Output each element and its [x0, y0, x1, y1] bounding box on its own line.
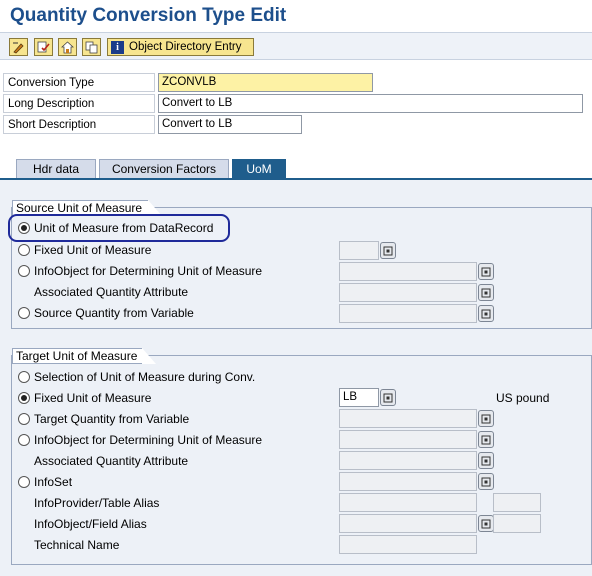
conversion-type-field[interactable]: ZCONVLB [158, 73, 373, 92]
radio-selection-during-conv[interactable] [18, 371, 30, 383]
value-help-icon [481, 456, 491, 465]
radio-uom-from-datarecord[interactable] [18, 222, 30, 234]
value-help-icon [383, 393, 393, 402]
radio-source-infoobject-unit[interactable] [18, 265, 30, 277]
value-help-icon [481, 267, 491, 276]
value-help-icon [383, 246, 393, 255]
radio-source-qty-variable[interactable] [18, 307, 30, 319]
label-technical-name: Technical Name [34, 538, 120, 552]
target-fixed-unit-text: US pound [496, 391, 550, 405]
value-help-icon [481, 309, 491, 318]
page-title: Quantity Conversion Type Edit [10, 5, 287, 26]
label-target-qty-variable: Target Quantity from Variable [34, 412, 190, 426]
long-description-label: Long Description [3, 94, 155, 113]
value-help-icon [481, 435, 491, 444]
object-directory-entry-button[interactable]: i Object Directory Entry [107, 38, 254, 56]
title-bar: Quantity Conversion Type Edit [0, 0, 592, 32]
object-directory-entry-label: Object Directory Entry [129, 41, 242, 53]
value-help-icon [481, 288, 491, 297]
radio-source-fixed-unit[interactable] [18, 244, 30, 256]
target-qty-variable-field[interactable] [339, 409, 477, 428]
conversion-type-label: Conversion Type [3, 73, 155, 92]
display-change-button[interactable] [9, 38, 28, 56]
tab-strip: Hdr data Conversion Factors UoM [0, 155, 592, 179]
infoobject-alias-f4-button[interactable] [478, 515, 494, 532]
label-source-associated-attr: Associated Quantity Attribute [34, 285, 189, 299]
copy-button[interactable] [82, 38, 101, 56]
tab-uom[interactable]: UoM [232, 159, 286, 179]
source-infoobject-unit-field[interactable] [339, 262, 477, 281]
display-change-icon [13, 42, 24, 53]
radio-target-infoobject-unit[interactable] [18, 434, 30, 446]
target-fixed-unit-field[interactable]: LB [339, 388, 379, 407]
activate-icon [61, 40, 74, 53]
technical-name-field[interactable] [339, 535, 477, 554]
tab-conversion-factors[interactable]: Conversion Factors [99, 159, 229, 179]
infoobject-alias-extra-field[interactable] [493, 514, 541, 533]
value-help-icon [481, 477, 491, 486]
info-icon: i [111, 40, 124, 54]
label-target-fixed-unit: Fixed Unit of Measure [34, 391, 152, 405]
radio-target-fixed-unit[interactable] [18, 392, 30, 404]
infoset-field[interactable] [339, 472, 477, 491]
target-associated-attr-field[interactable] [339, 451, 477, 470]
radio-target-qty-variable[interactable] [18, 413, 30, 425]
source-associated-attr-f4-button[interactable] [478, 284, 494, 301]
infoprovider-alias-extra-field[interactable] [493, 493, 541, 512]
label-uom-from-datarecord: Unit of Measure from DataRecord [34, 221, 214, 235]
infoset-f4-button[interactable] [478, 473, 494, 490]
target-infoobject-unit-field[interactable] [339, 430, 477, 449]
check-icon [37, 41, 50, 52]
label-selection-during-conv: Selection of Unit of Measure during Conv… [34, 370, 256, 384]
long-description-field[interactable]: Convert to LB [158, 94, 583, 113]
source-qty-variable-f4-button[interactable] [478, 305, 494, 322]
check-button[interactable] [34, 38, 53, 56]
infoobject-alias-field[interactable] [339, 514, 477, 533]
target-associated-attr-f4-button[interactable] [478, 452, 494, 469]
label-infoobject-alias: InfoObject/Field Alias [34, 517, 147, 531]
label-infoprovider-alias: InfoProvider/Table Alias [34, 496, 160, 510]
label-source-infoobject-unit: InfoObject for Determining Unit of Measu… [34, 264, 263, 278]
label-target-infoobject-unit: InfoObject for Determining Unit of Measu… [34, 433, 263, 447]
radio-infoset[interactable] [18, 476, 30, 488]
label-source-fixed-unit: Fixed Unit of Measure [34, 243, 152, 257]
target-unit-group-title: Target Unit of Measure [12, 348, 156, 364]
source-associated-attr-field[interactable] [339, 283, 477, 302]
source-infoobject-unit-f4-button[interactable] [478, 263, 494, 280]
application-toolbar: i Object Directory Entry [0, 32, 592, 60]
copy-icon [85, 41, 98, 53]
tab-hdr-data[interactable]: Hdr data [16, 159, 96, 179]
label-source-qty-variable: Source Quantity from Variable [34, 306, 194, 320]
value-help-icon [481, 519, 491, 528]
source-fixed-unit-field[interactable] [339, 241, 379, 260]
activate-button[interactable] [58, 38, 77, 56]
label-target-associated-attr: Associated Quantity Attribute [34, 454, 189, 468]
target-fixed-unit-f4-button[interactable] [380, 389, 396, 406]
short-description-field[interactable]: Convert to LB [158, 115, 302, 134]
value-help-icon [481, 414, 491, 423]
source-qty-variable-field[interactable] [339, 304, 477, 323]
source-fixed-unit-f4-button[interactable] [380, 242, 396, 259]
target-infoobject-unit-f4-button[interactable] [478, 431, 494, 448]
label-infoset: InfoSet [34, 475, 73, 489]
target-qty-variable-f4-button[interactable] [478, 410, 494, 427]
short-description-label: Short Description [3, 115, 155, 134]
infoprovider-alias-field[interactable] [339, 493, 477, 512]
